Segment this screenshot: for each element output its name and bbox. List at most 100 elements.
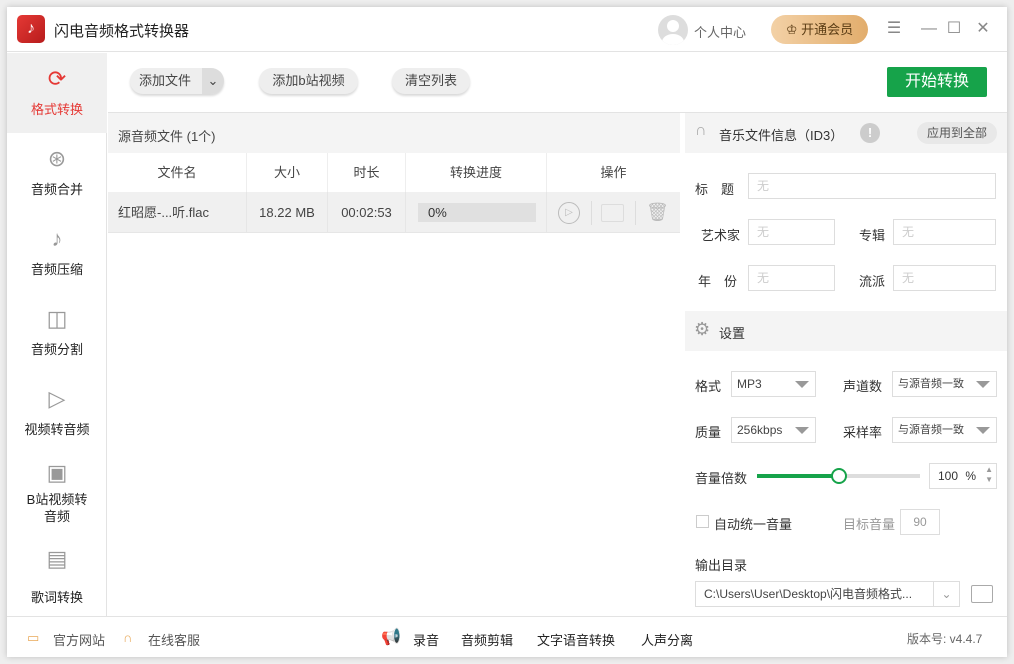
sidebar-item-label: 音频合并	[30, 182, 83, 197]
footer-link-tts[interactable]: 文字语音转换	[537, 630, 615, 649]
apply-all-button[interactable]: 应用到全部	[917, 122, 997, 144]
folder-icon[interactable]	[971, 585, 993, 603]
output-path-input[interactable]: C:\Users\User\Desktop\闪电音频格式... ⌄	[695, 581, 960, 607]
monitor-icon: ▭	[27, 630, 40, 645]
album-input[interactable]: 无	[893, 219, 996, 245]
genre-input[interactable]: 无	[893, 265, 996, 291]
sidebar-item-video-to-audio[interactable]: ▷ 视频转音频	[7, 373, 107, 453]
volume-unit: %	[965, 469, 977, 483]
column-header-actions: 操作	[600, 165, 627, 180]
volume-value: 100	[938, 469, 959, 483]
maximize-button[interactable]: ☐	[944, 19, 964, 39]
vip-label: 开通会员	[801, 22, 854, 37]
start-convert-button[interactable]: 开始转换	[887, 67, 987, 97]
target-volume-label: 目标音量	[843, 517, 896, 532]
artist-label: 艺术家	[701, 228, 741, 243]
sidebar-item-merge[interactable]: ⊛ 音频合并	[7, 133, 107, 213]
quality-select[interactable]: 256kbps	[731, 417, 816, 443]
avatar[interactable]	[658, 15, 688, 45]
music-note-icon: ♪	[51, 226, 63, 251]
file-name: 红昭愿-...听.flac	[108, 192, 247, 233]
settings-title: 设置	[719, 326, 746, 341]
settings-header: ⚙ 设置	[685, 311, 1007, 351]
samplerate-label: 采样率	[843, 425, 883, 440]
list-title: 源音频文件 (1个)	[108, 113, 680, 153]
title-label: 标 题	[695, 182, 735, 197]
chevron-down-icon[interactable]: ⌄	[933, 582, 959, 606]
app-title: 闪电音频格式转换器	[54, 23, 190, 40]
auto-volume-checkbox[interactable]	[696, 515, 709, 528]
format-select[interactable]: MP3	[731, 371, 816, 397]
table-row[interactable]: 红昭愿-...听.flac 18.22 MB 00:02:53 0% ▷ 🗑	[108, 192, 680, 233]
channels-select[interactable]: 与源音频一致	[892, 371, 997, 397]
id3-header: ∩ 音乐文件信息（ID3） ! 应用到全部	[685, 113, 1007, 153]
footer-link-record[interactable]: 录音	[413, 630, 439, 649]
convert-icon: ⟳	[47, 66, 67, 91]
split-icon: ◫	[46, 306, 68, 331]
progress-bar: 0%	[418, 203, 536, 222]
column-header-size: 大小	[247, 153, 328, 192]
app-window: ♪ 闪电音频格式转换器 个人中心 ♔ 开通会员 ☰ — ☐ ✕ ⟳ 格式转换 ⊛ 音…	[7, 7, 1007, 657]
format-label: 格式	[695, 379, 722, 394]
vip-button[interactable]: ♔ 开通会员	[771, 15, 868, 44]
sidebar-item-label: 音频压缩	[30, 262, 83, 277]
file-size: 18.22 MB	[247, 192, 328, 233]
sidebar-item-format-convert[interactable]: ⟳ 格式转换	[7, 53, 107, 133]
crown-icon: ♔	[785, 22, 802, 37]
footer-link-edit[interactable]: 音频剪辑	[461, 630, 513, 649]
service-link[interactable]: 在线客服	[148, 630, 200, 649]
column-header-duration: 时长	[328, 153, 406, 192]
folder-icon[interactable]	[601, 204, 624, 222]
sidebar-item-label: 音频分割	[30, 342, 83, 357]
column-header-progress: 转换进度	[406, 153, 547, 192]
headset-icon: ∩	[123, 630, 133, 645]
year-label: 年 份	[698, 274, 738, 289]
close-button[interactable]: ✕	[973, 19, 993, 39]
volume-slider[interactable]	[757, 468, 920, 484]
column-header-name: 文件名	[108, 153, 247, 192]
volume-label: 音量倍数	[695, 471, 748, 486]
target-volume-input[interactable]: 90	[900, 509, 940, 535]
sidebar-item-label: 歌词转换	[30, 590, 83, 605]
version-label: 版本号: v4.4.7	[907, 632, 983, 646]
sidebar-item-label: 视频转音频	[24, 422, 90, 437]
sidebar-item-lyrics[interactable]: ▤ 歌词转换	[7, 533, 107, 613]
output-path: C:\Users\User\Desktop\闪电音频格式...	[704, 587, 913, 601]
menu-icon[interactable]: ☰	[884, 19, 904, 39]
info-icon[interactable]: !	[860, 123, 880, 143]
id3-title: 音乐文件信息（ID3）	[719, 128, 844, 143]
title-input[interactable]: 无	[748, 173, 996, 199]
add-file-button[interactable]: 添加文件 ⌄	[130, 68, 224, 94]
artist-input[interactable]: 无	[748, 219, 835, 245]
samplerate-select[interactable]: 与源音频一致	[892, 417, 997, 443]
volume-input[interactable]: 100 % ▲ ▼	[929, 463, 997, 489]
sidebar: ⟳ 格式转换 ⊛ 音频合并 ♪ 音频压缩 ◫ 音频分割 ▷ 视频转音频 ▣ B站视频转音频 …	[7, 53, 107, 616]
chevron-down-icon[interactable]: ⌄	[202, 68, 224, 94]
gear-icon: ⚙	[694, 319, 711, 339]
sidebar-item-bilibili[interactable]: ▣ B站视频转音频	[7, 453, 107, 533]
trash-icon[interactable]: 🗑	[646, 202, 669, 223]
sidebar-item-compress[interactable]: ♪ 音频压缩	[7, 213, 107, 293]
video-icon: ▷	[48, 386, 66, 411]
add-bilibili-button[interactable]: 添加b站视频	[259, 68, 358, 94]
channels-label: 声道数	[843, 379, 883, 394]
year-input[interactable]: 无	[748, 265, 835, 291]
output-label: 输出目录	[695, 558, 748, 573]
minimize-button[interactable]: —	[919, 19, 939, 39]
sidebar-item-split[interactable]: ◫ 音频分割	[7, 293, 107, 373]
footer-link-vocal[interactable]: 人声分离	[641, 630, 693, 649]
genre-label: 流派	[859, 274, 886, 289]
add-file-label: 添加文件	[138, 73, 191, 88]
file-duration: 00:02:53	[328, 192, 406, 233]
volume-slider-handle[interactable]	[830, 468, 847, 484]
app-logo-icon: ♪	[17, 15, 45, 43]
clear-list-button[interactable]: 清空列表	[392, 68, 470, 94]
auto-volume-label: 自动统一音量	[714, 517, 793, 532]
user-center-link[interactable]: 个人中心	[694, 22, 746, 41]
sidebar-item-label: B站视频转音频	[26, 492, 88, 524]
play-icon[interactable]: ▷	[558, 202, 580, 224]
title-bar: ♪ 闪电音频格式转换器 个人中心 ♔ 开通会员 ☰ — ☐ ✕	[7, 7, 1007, 52]
megaphone-icon: 📢	[381, 629, 401, 646]
website-link[interactable]: 官方网站	[53, 630, 105, 649]
stepper-icon[interactable]: ▲ ▼	[985, 465, 993, 485]
